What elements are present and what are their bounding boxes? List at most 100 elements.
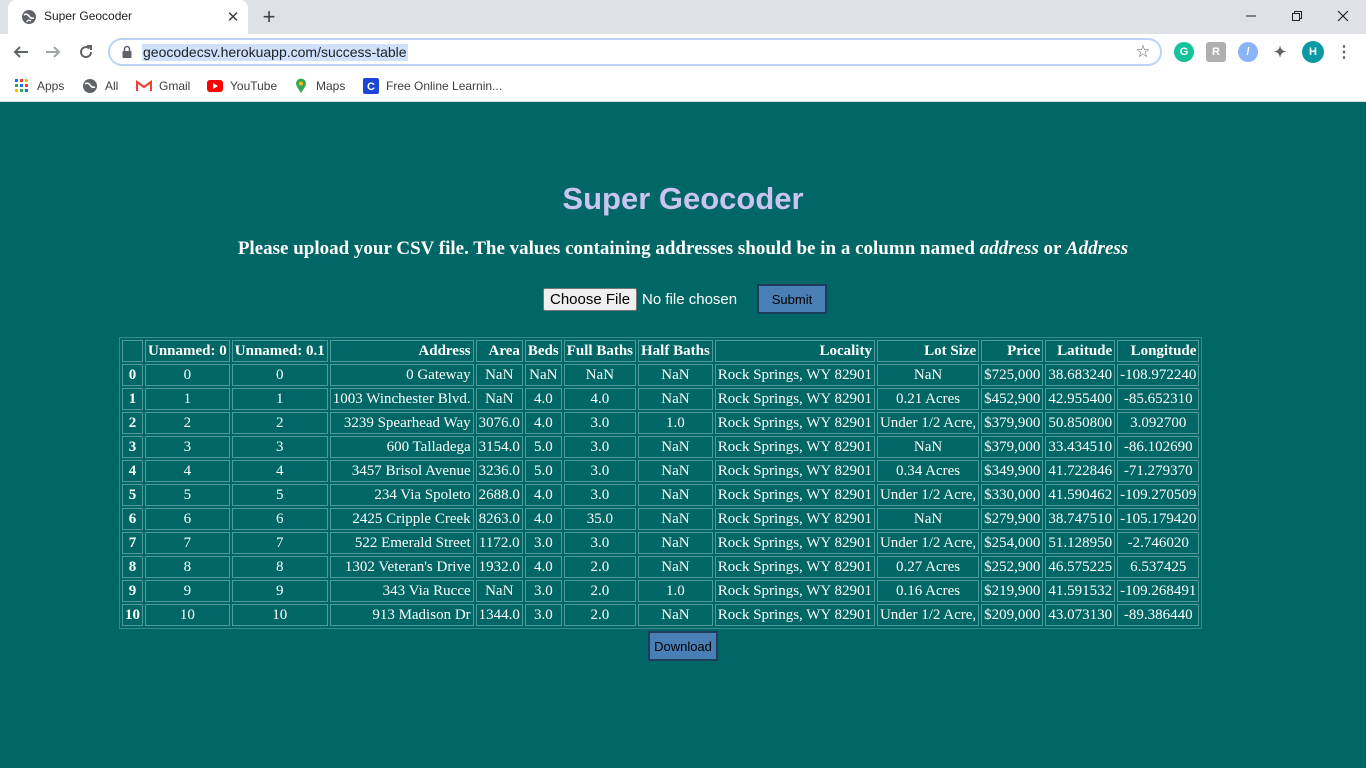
table-cell: NaN <box>475 580 523 602</box>
table-cell: -109.270509 <box>1117 484 1200 506</box>
column-header: Lot Size <box>876 340 980 362</box>
table-cell: 10 <box>231 604 328 626</box>
table-cell: -89.386440 <box>1117 604 1200 626</box>
bookmark-maps[interactable]: Maps <box>293 76 345 96</box>
menu-kebab-icon[interactable]: ⋮ <box>1334 42 1354 62</box>
lock-icon[interactable] <box>120 45 134 59</box>
table-cell: 343 Via Rucce <box>329 580 474 602</box>
reload-icon[interactable] <box>74 40 98 64</box>
row-index: 1 <box>122 388 143 410</box>
table-cell: Under 1/2 Acre, <box>876 484 980 506</box>
row-index: 2 <box>122 412 143 434</box>
table-cell: 1.0 <box>638 412 713 434</box>
page-title: Super Geocoder <box>562 181 804 216</box>
column-header <box>122 340 143 362</box>
bookmark-label: YouTube <box>230 79 278 93</box>
table-cell: 3 <box>145 436 230 458</box>
table-cell: 4.0 <box>524 556 562 578</box>
table-cell: 0 <box>231 364 328 386</box>
bookmark-free-online-learning[interactable]: C Free Online Learnin... <box>363 76 502 96</box>
row-index: 3 <box>122 436 143 458</box>
table-cell: 9 <box>231 580 328 602</box>
row-index: 10 <box>122 604 143 626</box>
table-cell: 2.0 <box>563 580 637 602</box>
url-text[interactable]: geocodecsv.herokuapp.com/success-table <box>142 44 408 61</box>
file-input[interactable]: Choose File No file chosen <box>543 286 737 312</box>
address-bar[interactable]: geocodecsv.herokuapp.com/success-table ☆ <box>108 38 1162 66</box>
bookmark-label: All <box>105 79 119 93</box>
table-cell: $349,900 <box>981 460 1044 482</box>
bookmark-apps[interactable]: Apps <box>14 76 64 96</box>
back-arrow-icon[interactable] <box>9 40 33 64</box>
bookmark-gmail[interactable]: Gmail <box>136 76 190 96</box>
grammarly-icon[interactable]: G <box>1174 42 1194 62</box>
table-cell: 3.0 <box>524 580 562 602</box>
table-row: 9 9 9 343 Via Rucce NaN 3.0 2.0 1.0 Rock Springs… <box>122 580 1200 602</box>
bookmark-youtube[interactable]: YouTube <box>207 76 277 96</box>
table-cell: 5.0 <box>524 460 562 482</box>
table-cell: -108.972240 <box>1117 364 1200 386</box>
table-cell: 2 <box>231 412 328 434</box>
forward-arrow-icon[interactable] <box>41 40 65 64</box>
download-button[interactable]: Download <box>648 631 718 661</box>
table-cell: Rock Springs, WY 82901 <box>714 364 875 386</box>
browser-tab[interactable]: Super Geocoder ✕ <box>8 0 248 34</box>
bookmark-all[interactable]: All <box>82 76 118 96</box>
close-window-icon[interactable] <box>1328 4 1358 28</box>
globe-icon <box>21 9 37 25</box>
table-cell: 0.27 Acres <box>876 556 980 578</box>
row-index: 0 <box>122 364 143 386</box>
table-cell: 3239 Spearhead Way <box>329 412 474 434</box>
extensions-puzzle-icon[interactable]: ✦ <box>1270 42 1290 62</box>
table-cell: Rock Springs, WY 82901 <box>714 532 875 554</box>
new-tab-icon[interactable]: + <box>258 6 280 28</box>
submit-button[interactable]: Submit <box>757 284 827 314</box>
table-cell: 50.850800 <box>1045 412 1116 434</box>
learning-icon: C <box>363 78 379 94</box>
instruction-text: Please upload your CSV file. The values … <box>237 238 980 259</box>
instruction-or: or <box>1038 238 1066 259</box>
table-cell: -86.102690 <box>1117 436 1200 458</box>
column-header: Longitude <box>1117 340 1200 362</box>
table-cell: $252,900 <box>981 556 1044 578</box>
table-cell: 3.092700 <box>1117 412 1200 434</box>
table-cell: Under 1/2 Acre, <box>876 604 980 626</box>
table-cell: NaN <box>876 508 980 530</box>
table-header-row: Unnamed: 0 Unnamed: 0.1 Address Area Beds Ful… <box>122 340 1200 362</box>
extension-feather-icon[interactable]: / <box>1238 42 1258 62</box>
table-cell: 0 <box>145 364 230 386</box>
restore-icon[interactable] <box>1282 4 1312 28</box>
table-cell: 43.073130 <box>1045 604 1116 626</box>
table-cell: NaN <box>638 460 713 482</box>
table-row: 7 7 7 522 Emerald Street 1172.0 3.0 3.0 NaN Rock… <box>122 532 1200 554</box>
instruction-term-address-capital: Address <box>1065 238 1129 259</box>
table-cell: 2.0 <box>563 556 637 578</box>
close-tab-icon[interactable]: ✕ <box>224 8 242 26</box>
table-cell: -2.746020 <box>1117 532 1200 554</box>
table-cell: 1172.0 <box>475 532 523 554</box>
table-cell: 0.16 Acres <box>876 580 980 602</box>
bookmarks-bar: Apps All Gmail YouTube Maps C Free Onlin… <box>0 70 1366 102</box>
table-cell: $379,000 <box>981 436 1044 458</box>
table-cell: 41.590462 <box>1045 484 1116 506</box>
table-cell: NaN <box>638 364 713 386</box>
table-row: 5 5 5 234 Via Spoleto 2688.0 4.0 3.0 NaN Rock Sp… <box>122 484 1200 506</box>
table-cell: 4.0 <box>524 388 562 410</box>
table-cell: 3154.0 <box>475 436 523 458</box>
maps-pin-icon <box>293 78 309 94</box>
row-index: 7 <box>122 532 143 554</box>
table-row: 1 1 1 1003 Winchester Blvd. NaN 4.0 4.0 NaN Rock… <box>122 388 1200 410</box>
minimize-icon[interactable] <box>1236 4 1266 28</box>
profile-avatar[interactable]: H <box>1302 41 1324 63</box>
extension-r-icon[interactable]: R <box>1206 42 1226 62</box>
column-header: Half Baths <box>638 340 713 362</box>
table-cell: 5.0 <box>524 436 562 458</box>
table-cell: NaN <box>475 388 523 410</box>
table-row: 8 8 8 1302 Veteran's Drive 1932.0 4.0 2.0 NaN Ro… <box>122 556 1200 578</box>
choose-file-button[interactable]: Choose File <box>543 287 638 311</box>
bookmark-star-icon[interactable]: ☆ <box>1134 43 1152 61</box>
table-cell: NaN <box>638 532 713 554</box>
instruction-term-address: address <box>979 238 1039 259</box>
table-cell: 3.0 <box>563 532 637 554</box>
table-cell: Rock Springs, WY 82901 <box>714 508 875 530</box>
